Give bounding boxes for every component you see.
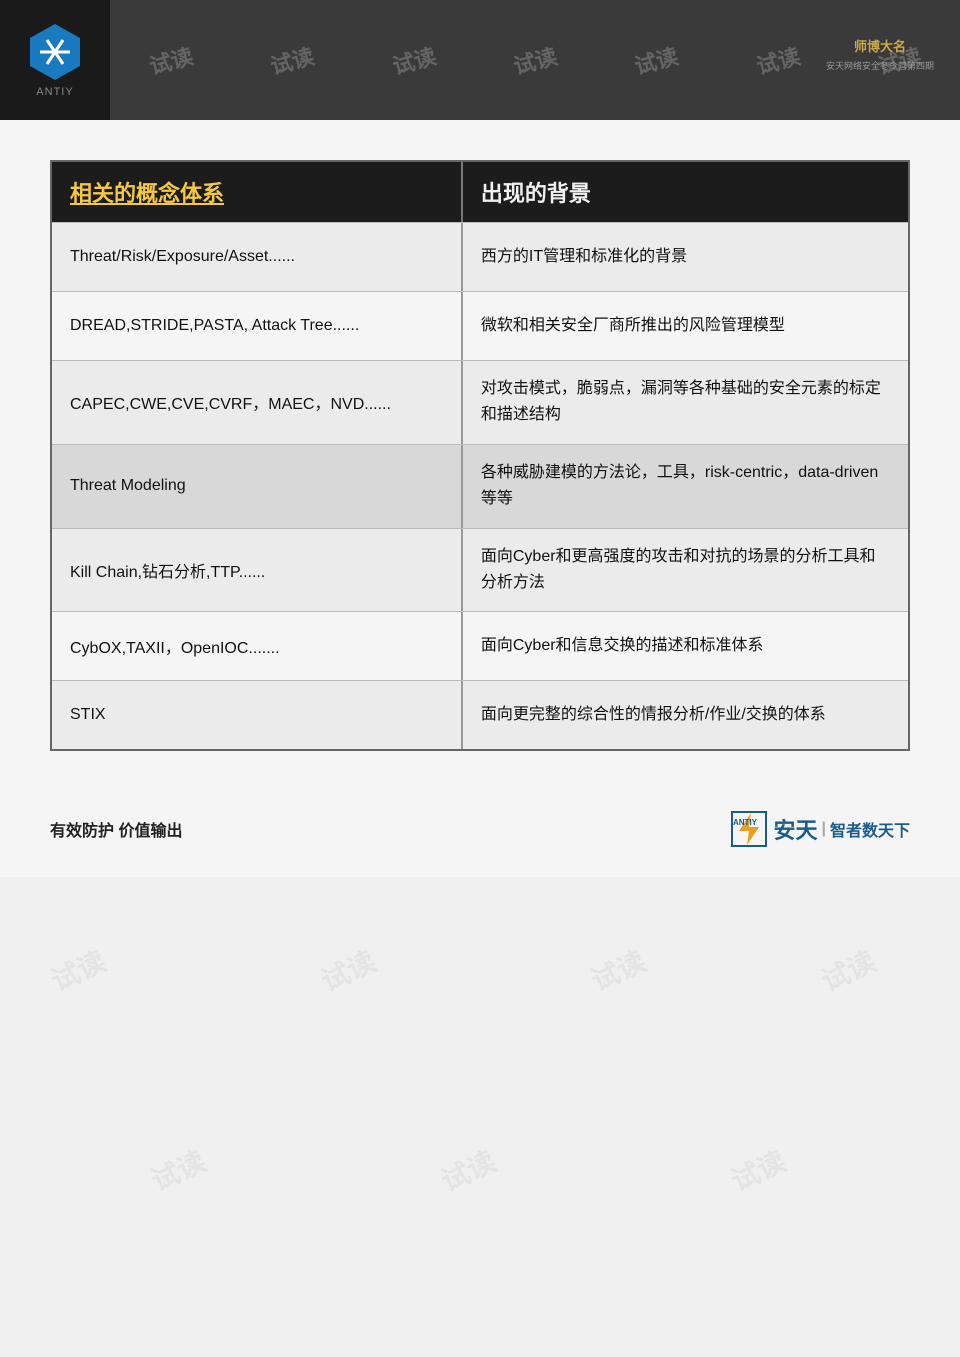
header-wm-1: 试读: [145, 39, 196, 81]
cell-left-1: Threat/Risk/Exposure/Asset......: [52, 223, 463, 291]
cell-left-2: DREAD,STRIDE,PASTA, Attack Tree......: [52, 292, 463, 360]
data-table: 相关的概念体系 出现的背景 Threat/Risk/Exposure/Asset…: [50, 160, 910, 751]
svg-text:ANTIY: ANTIY: [733, 818, 758, 827]
wm20: 试读: [144, 1140, 212, 1200]
cell-left-5: Kill Chain,钻石分析,TTP......: [52, 529, 463, 612]
table-row-threat-modeling: Threat Modeling 各种威胁建模的方法论，工具，risk-centr…: [52, 444, 908, 528]
cell-right-2: 微软和相关安全厂商所推出的风险管理模型: [463, 292, 908, 360]
wm19: 试读: [814, 940, 882, 1000]
footer-logo-icon: ANTIY: [731, 811, 767, 847]
wm21: 试读: [434, 1140, 502, 1200]
cell-right-3: 对攻击模式，脆弱点，漏洞等各种基础的安全元素的标定和描述结构: [463, 361, 908, 444]
table-row: DREAD,STRIDE,PASTA, Attack Tree...... 微软…: [52, 291, 908, 360]
cell-left-3: CAPEC,CWE,CVE,CVRF，MAEC，NVD......: [52, 361, 463, 444]
logo-hexagon: [25, 22, 85, 82]
wm22: 试读: [724, 1140, 792, 1200]
brand-subtitle: 安天网络安全冬令营第四期: [826, 59, 934, 72]
footer-brand-name: 安天: [773, 813, 817, 845]
header-wm-5: 试读: [631, 39, 682, 81]
main-content: 相关的概念体系 出现的背景 Threat/Risk/Exposure/Asset…: [0, 120, 960, 791]
cell-left-6: CybOX,TAXII，OpenIOC.......: [52, 612, 463, 680]
cell-right-6: 面向Cyber和信息交换的描述和标准体系: [463, 612, 908, 680]
table-row: CAPEC,CWE,CVE,CVRF，MAEC，NVD...... 对攻击模式，…: [52, 360, 908, 444]
logo-antiy-text: ANTIY: [36, 86, 73, 98]
header-wm-3: 试读: [388, 39, 439, 81]
cell-right-4: 各种威胁建模的方法论，工具，risk-centric，data-driven等等: [463, 445, 908, 528]
header-logo-box: ANTIY: [0, 0, 110, 120]
header-wm-4: 试读: [510, 39, 561, 81]
wm16: 试读: [44, 940, 112, 1000]
wm17: 试读: [314, 940, 382, 1000]
cell-right-5: 面向Cyber和更高强度的攻击和对抗的场景的分析工具和分析方法: [463, 529, 908, 612]
cell-right-1: 西方的IT管理和标准化的背景: [463, 223, 908, 291]
footer-brand-tagline: 智者数天下: [830, 817, 910, 841]
brand-title: 师博大名: [826, 38, 934, 56]
footer-slogan: 有效防护 价值输出: [50, 817, 182, 841]
wm18: 试读: [584, 940, 652, 1000]
table-row: CybOX,TAXII，OpenIOC....... 面向Cyber和信息交换的…: [52, 611, 908, 680]
table-row: Threat/Risk/Exposure/Asset...... 西方的IT管理…: [52, 222, 908, 291]
table-row: Kill Chain,钻石分析,TTP...... 面向Cyber和更高强度的攻…: [52, 528, 908, 612]
footer-area: 有效防护 价值输出 ANTIY 安天 | 智者数天下: [0, 791, 960, 877]
col1-header: 相关的概念体系: [52, 162, 463, 222]
cell-right-7: 面向更完整的综合性的情报分析/作业/交换的体系: [463, 681, 908, 749]
header-wm-2: 试读: [267, 39, 318, 81]
cell-left-4: Threat Modeling: [52, 445, 463, 528]
header-wm-6: 试读: [752, 39, 803, 81]
table-header-row: 相关的概念体系 出现的背景: [52, 162, 908, 222]
header-bar: ANTIY 试读 试读 试读 试读 试读 试读 试读 师博大名 安天网络安全冬令…: [0, 0, 960, 120]
footer-brand-pipe: |: [822, 820, 826, 838]
header-right-logo: 师博大名 安天网络安全冬令营第四期: [820, 10, 940, 100]
col2-header: 出现的背景: [463, 162, 908, 222]
cell-left-7: STIX: [52, 681, 463, 749]
table-row: STIX 面向更完整的综合性的情报分析/作业/交换的体系: [52, 680, 908, 749]
footer-logo: ANTIY 安天 | 智者数天下: [731, 811, 910, 847]
